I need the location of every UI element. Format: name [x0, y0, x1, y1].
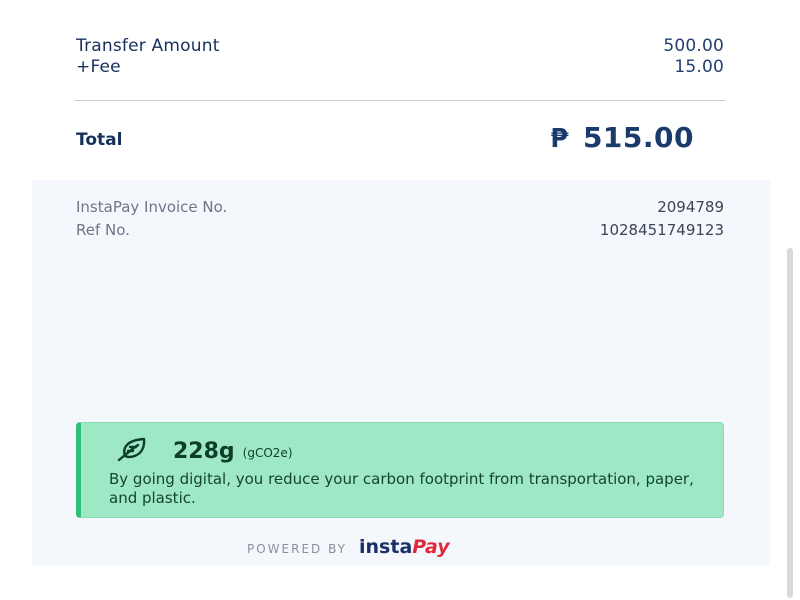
ref-label: Ref No. [76, 221, 130, 239]
leaf-icon [115, 435, 149, 467]
fee-label: +Fee [76, 57, 121, 77]
summary-divider [75, 100, 725, 101]
carbon-unit: (gCO2e) [242, 446, 293, 460]
total-label: Total [76, 130, 123, 150]
transfer-amount-label: Transfer Amount [76, 36, 220, 56]
transaction-summary: Transfer Amount 500.00 +Fee 15.00 Total … [0, 0, 770, 180]
ref-row: Ref No. 1028451749123 [76, 221, 724, 239]
fee-value: 15.00 [674, 57, 724, 77]
eco-header: 228g (gCO2e) [115, 435, 293, 467]
instapay-logo: instaPay [359, 536, 450, 558]
invoice-label: InstaPay Invoice No. [76, 198, 228, 216]
invoice-value: 2094789 [657, 198, 724, 216]
carbon-amount: 228g [173, 438, 235, 464]
total-value: 515.00 [582, 121, 694, 154]
ref-value: 1028451749123 [599, 221, 724, 239]
peso-currency-icon: ₱ [550, 124, 569, 154]
transfer-amount-value: 500.00 [663, 36, 724, 56]
carbon-message: By going digital, you reduce your carbon… [109, 470, 694, 507]
powered-by: POWERED BY instaPay [247, 536, 450, 558]
scrollbar[interactable] [787, 248, 793, 598]
invoice-row: InstaPay Invoice No. 2094789 [76, 198, 724, 216]
brand-insta: insta [359, 536, 413, 558]
transfer-amount-row: Transfer Amount 500.00 [76, 36, 724, 56]
transaction-details: InstaPay Invoice No. 2094789 Ref No. 102… [32, 180, 770, 566]
brand-pay: Pay [412, 536, 450, 558]
carbon-footprint-banner: 228g (gCO2e) By going digital, you reduc… [76, 422, 724, 518]
powered-by-label: POWERED BY [247, 542, 348, 556]
total-amount: ₱ 515.00 [550, 121, 694, 154]
fee-row: +Fee 15.00 [76, 57, 724, 77]
